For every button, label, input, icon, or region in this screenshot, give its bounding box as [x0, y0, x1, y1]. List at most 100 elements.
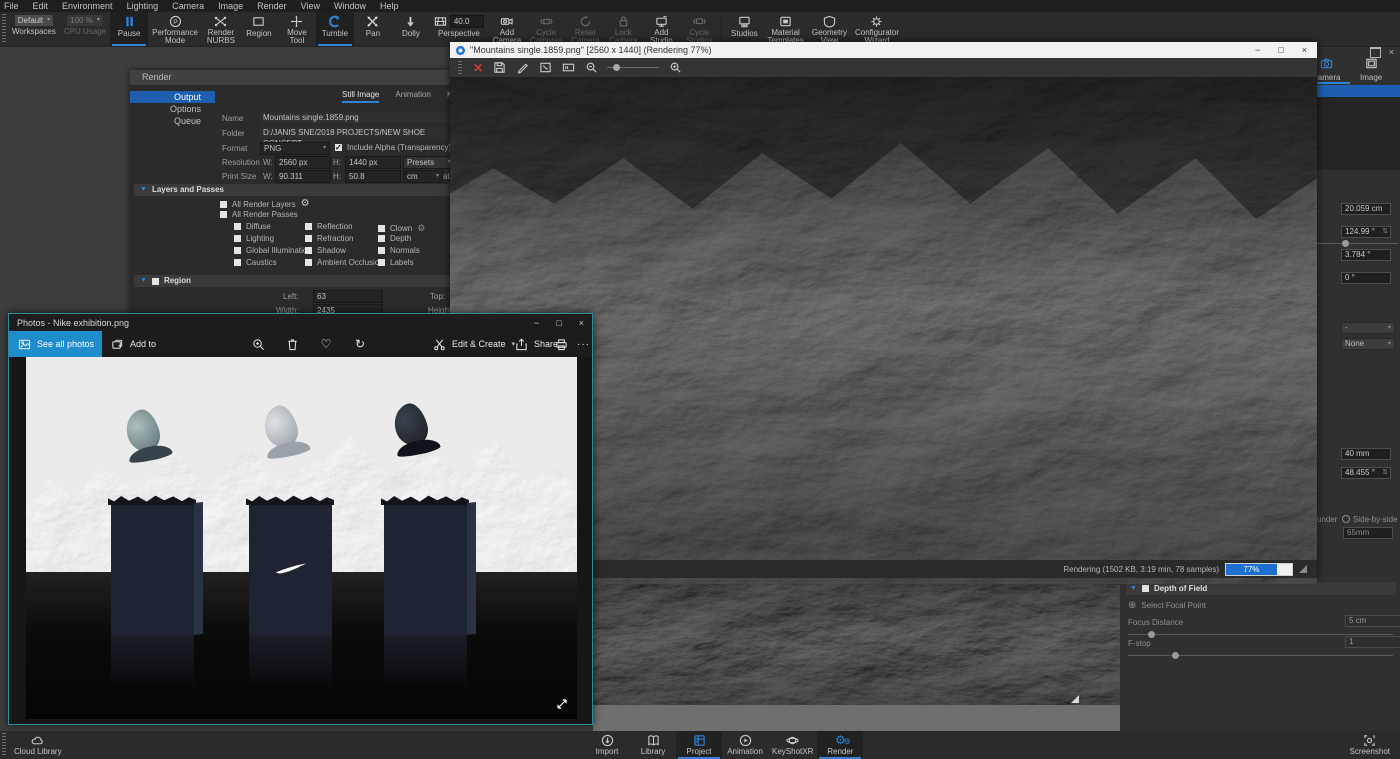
zoom-slider[interactable]: [607, 61, 659, 74]
section-collapse-icon[interactable]: ▼: [140, 184, 147, 196]
all-render-layers-checkbox[interactable]: All Render Layers⚙: [220, 198, 310, 210]
distance-field[interactable]: 20.059 cm: [1341, 203, 1391, 215]
toolbar-drag-handle[interactable]: [2, 14, 6, 44]
pass-labels-checkbox[interactable]: Labels: [378, 258, 414, 267]
more-icon[interactable]: ···: [577, 339, 590, 350]
close-icon[interactable]: ×: [1302, 45, 1307, 55]
include-alpha-checkbox[interactable]: Include Alpha (Transparency): [335, 143, 451, 152]
azimuth-slider-track[interactable]: [1310, 243, 1398, 244]
workspaces-control[interactable]: Default▾ Workspaces: [8, 12, 60, 46]
render-dialog-titlebar[interactable]: Render: [130, 70, 462, 85]
realtime-viewport[interactable]: [593, 578, 1120, 705]
fstop-slider-track[interactable]: [1128, 655, 1393, 656]
add-camera-button[interactable]: Add Camera: [488, 12, 526, 46]
presets-dropdown[interactable]: Presets▾: [403, 156, 455, 169]
rotate-icon[interactable]: ↻: [353, 337, 367, 351]
zoom-out-icon[interactable]: [584, 61, 598, 75]
cancel-render-icon[interactable]: ✕: [473, 61, 483, 75]
all-render-passes-checkbox[interactable]: All Render Passes: [220, 210, 298, 219]
cycle-cameras-button[interactable]: Cycle Cameras: [526, 12, 566, 46]
tumble-button[interactable]: Tumble: [316, 12, 354, 46]
pass-normals-checkbox[interactable]: Normals: [378, 246, 420, 255]
pass-shadow-checkbox[interactable]: Shadow: [305, 246, 346, 255]
inclination-field[interactable]: 3.784 °: [1341, 249, 1391, 261]
pass-depth-checkbox[interactable]: Depth: [378, 234, 411, 243]
lock-camera-button[interactable]: Lock Camera: [604, 12, 642, 46]
geometry-view-button[interactable]: Geometry View: [808, 12, 851, 46]
toolbar-drag-handle[interactable]: [458, 61, 462, 74]
name-field[interactable]: Mountains single.1859.png: [260, 112, 462, 123]
region-button[interactable]: Region: [240, 12, 278, 46]
favorite-icon[interactable]: ♡: [319, 337, 333, 351]
workspaces-dropdown[interactable]: Default▾: [14, 14, 54, 27]
resolution-height-field[interactable]: 1440 px: [345, 156, 401, 169]
dock-animation-button[interactable]: Animation: [722, 731, 768, 759]
tab-still-image[interactable]: Still Image: [342, 90, 379, 103]
save-icon[interactable]: [492, 61, 506, 75]
pass-reflection-checkbox[interactable]: Reflection: [305, 222, 353, 231]
menu-lighting[interactable]: Lighting: [127, 1, 159, 11]
cpu-usage-dropdown[interactable]: 100 %▾: [66, 14, 104, 27]
dolly-button[interactable]: Dolly: [392, 12, 430, 46]
dock-drag-handle[interactable]: [2, 733, 6, 757]
print-height-field[interactable]: 50.8: [345, 170, 401, 183]
menu-camera[interactable]: Camera: [172, 1, 204, 11]
pass-caustics-checkbox[interactable]: Caustics: [234, 258, 277, 267]
fstop-slider-handle[interactable]: [1172, 652, 1179, 659]
render-nurbs-button[interactable]: Render NURBS: [202, 12, 240, 46]
menu-file[interactable]: File: [4, 1, 19, 11]
pause-button[interactable]: Pause: [110, 12, 148, 46]
fit-view-icon[interactable]: [538, 61, 552, 75]
depth-of-field-checkbox[interactable]: [1142, 585, 1149, 592]
minimize-icon[interactable]: −: [534, 318, 539, 328]
reset-camera-button[interactable]: Reset Camera: [566, 12, 604, 46]
focus-distance-field[interactable]: 5 cm: [1345, 615, 1400, 627]
photos-titlebar[interactable]: Photos - Nike exhibition.png − □ ×: [9, 314, 592, 331]
minimize-icon[interactable]: −: [1255, 45, 1260, 55]
zoom-icon[interactable]: [251, 337, 265, 351]
maximize-icon[interactable]: □: [556, 318, 561, 328]
region-left-field[interactable]: 63: [313, 290, 383, 303]
menu-view[interactable]: View: [301, 1, 320, 11]
section-collapse-icon[interactable]: ▼: [1130, 585, 1137, 592]
tab-animation[interactable]: Animation: [395, 90, 431, 103]
expand-icon[interactable]: [555, 697, 569, 711]
render-window-titlebar[interactable]: "Mountains single.1859.png" [2560 x 1440…: [450, 42, 1317, 58]
eye-distance-field[interactable]: 65mm: [1343, 527, 1393, 539]
layers-passes-header[interactable]: ▼ Layers and Passes: [134, 184, 458, 196]
side-by-side-radio[interactable]: [1342, 515, 1350, 523]
gear-icon[interactable]: ⚙: [301, 198, 310, 210]
azimuth-field[interactable]: 124.99 °⇅: [1341, 226, 1391, 238]
match-dropdown[interactable]: None▾: [1341, 338, 1395, 350]
dock-import-button[interactable]: Import: [584, 731, 630, 759]
lens-type-dropdown[interactable]: -▾: [1341, 322, 1395, 334]
delete-icon[interactable]: [285, 337, 299, 351]
viewport-resize-grip[interactable]: [1071, 695, 1079, 703]
unit-dropdown[interactable]: cm▾: [403, 170, 443, 183]
dock-render-button[interactable]: ⚙⚙ Render: [817, 731, 863, 759]
move-tool-button[interactable]: Move Tool: [278, 12, 316, 46]
perspective-control[interactable]: 40.0 Perspective: [430, 12, 488, 46]
cycle-studios-button[interactable]: Cycle Studios: [680, 12, 718, 46]
nav-options[interactable]: Options: [130, 103, 215, 115]
close-icon[interactable]: ×: [579, 318, 584, 328]
section-collapse-icon[interactable]: ▼: [140, 275, 147, 287]
cpu-usage-control[interactable]: 100 %▾ CPU Usage: [60, 12, 110, 46]
configurator-wizard-button[interactable]: Configurator Wizard: [851, 12, 903, 46]
edit-icon[interactable]: [515, 61, 529, 75]
cloud-library-button[interactable]: Cloud Library: [10, 731, 66, 759]
select-focal-point-button[interactable]: ⊕ Select Focal Point: [1128, 600, 1206, 611]
dock-library-button[interactable]: Library: [630, 731, 676, 759]
field-of-view-field[interactable]: 48.455 °⇅: [1341, 467, 1391, 479]
pass-lighting-checkbox[interactable]: Lighting: [234, 234, 274, 243]
region-checkbox[interactable]: [152, 278, 159, 285]
screenshot-button[interactable]: Screenshot: [1346, 731, 1394, 759]
resolution-width-field[interactable]: 2560 px: [275, 156, 331, 169]
perspective-value[interactable]: 40.0: [450, 15, 484, 28]
pass-diffuse-checkbox[interactable]: Diffuse: [234, 222, 271, 231]
panel-close-icon[interactable]: ×: [1389, 47, 1394, 58]
window-resize-grip[interactable]: [1299, 565, 1307, 573]
twist-field[interactable]: 0 °: [1341, 272, 1391, 284]
add-studio-button[interactable]: Add Studio: [642, 12, 680, 46]
format-dropdown[interactable]: PNG▾: [260, 142, 330, 155]
